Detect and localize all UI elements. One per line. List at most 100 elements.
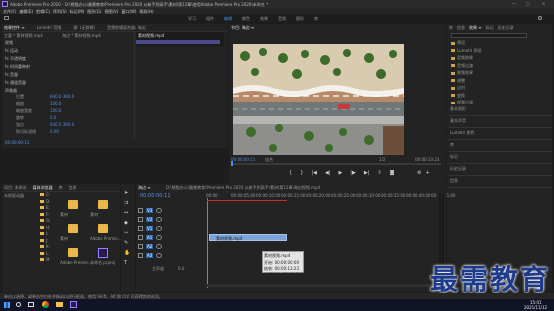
master-track-value[interactable]: 0.0 — [178, 266, 184, 271]
effects-folder[interactable]: 变换 — [451, 93, 482, 99]
master-clip-label[interactable]: 主要 * 素材视频.mp4 — [4, 33, 43, 39]
eye-icon[interactable] — [156, 243, 163, 249]
windows-start-icon[interactable] — [4, 302, 10, 308]
track-label[interactable]: A2 — [146, 243, 154, 249]
effect-section[interactable]: 视频 — [5, 40, 30, 46]
property-value[interactable]: 0.00 — [50, 129, 59, 135]
tree-item[interactable]: C: — [40, 192, 51, 197]
tree-item[interactable]: H: — [40, 225, 51, 230]
project-item[interactable]: 素材 — [90, 198, 118, 220]
eye-icon[interactable] — [156, 225, 163, 231]
property-value[interactable]: 640.0 360.0 — [50, 122, 74, 128]
workspace-tab[interactable]: 颜色 — [242, 16, 250, 22]
program-playhead[interactable] — [231, 161, 233, 166]
pen-tool-icon[interactable]: ✎ — [124, 240, 130, 246]
explorer-icon[interactable] — [56, 302, 63, 307]
home-icon[interactable] — [4, 16, 9, 20]
property-value[interactable]: 100.0 — [50, 108, 61, 114]
track-label[interactable]: A1 — [146, 234, 154, 240]
side-panel-header[interactable]: 标记 — [447, 152, 552, 164]
workspace-tab[interactable]: 编辑 — [224, 16, 232, 22]
timeline-timecode[interactable]: 00:00:00:11 — [140, 193, 171, 199]
effect-section[interactable]: fx 时间重映射 — [5, 64, 30, 70]
effect-section[interactable]: fx 音量 — [5, 72, 30, 78]
tree-item[interactable]: E: — [40, 205, 51, 210]
go-to-in-icon[interactable]: |◀ — [311, 170, 317, 176]
effects-folder[interactable]: 视频效果 — [451, 70, 482, 76]
selection-tool-icon[interactable]: ➤ — [124, 190, 130, 196]
effects-tab[interactable]: 标记 — [486, 25, 494, 31]
project-tree-root[interactable]: 本地驱动器 — [4, 193, 24, 199]
workspace-tab[interactable]: 组件 — [206, 16, 214, 22]
timeline-hscroll[interactable] — [206, 284, 442, 287]
track-label[interactable]: V3 — [146, 207, 154, 213]
effects-tab[interactable]: 信息 — [457, 25, 465, 31]
chrome-icon[interactable] — [42, 301, 49, 308]
lock-icon[interactable] — [138, 207, 143, 213]
track-label[interactable]: V1 — [146, 225, 154, 231]
lock-icon[interactable] — [138, 216, 143, 222]
lock-icon[interactable] — [138, 243, 143, 249]
tree-item[interactable]: J: — [40, 238, 51, 243]
step-back-icon[interactable]: ◀| — [325, 170, 331, 176]
program-scrubber[interactable] — [231, 161, 441, 166]
effects-tab[interactable]: 效果 ≡ — [469, 25, 482, 31]
slip-tool-icon[interactable]: ⇿ — [124, 230, 130, 236]
minimize-button[interactable]: — — [512, 1, 516, 6]
tree-item[interactable]: F: — [40, 212, 51, 217]
go-to-out-icon[interactable]: ▶| — [364, 170, 370, 176]
effects-tab[interactable]: 历史记录 — [498, 25, 514, 31]
project-item[interactable]: Adobe Premie... — [60, 246, 92, 268]
effect-timecode[interactable]: 00:00:00:11 — [5, 140, 29, 145]
effects-search-input[interactable] — [451, 33, 527, 38]
side-panel-header[interactable]: 基本图形 — [447, 104, 552, 116]
type-tool-icon[interactable]: T — [124, 260, 130, 266]
side-panel-header[interactable]: 基本声音 — [447, 116, 552, 128]
play-icon[interactable]: ▶ — [338, 170, 342, 176]
effect-section[interactable]: fx 不透明度 — [5, 56, 30, 62]
lift-icon[interactable]: ⇪ — [377, 170, 381, 176]
taskbar-search-icon[interactable] — [16, 302, 21, 307]
track-label[interactable]: V2 — [146, 216, 154, 222]
razor-tool-icon[interactable]: ◆ — [124, 220, 130, 226]
mark-out-icon[interactable]: } — [300, 170, 303, 176]
wrench-icon[interactable]: ⚙ — [417, 170, 421, 176]
zoom-select[interactable]: 1/2 — [379, 157, 385, 162]
eye-icon[interactable] — [156, 234, 163, 240]
eye-icon[interactable] — [156, 216, 163, 222]
tree-item[interactable]: K: — [40, 244, 51, 249]
effects-folder[interactable]: 音频效果 — [451, 55, 482, 61]
sequence-clip-label[interactable]: 海边 * 素材视频.mp4 — [62, 33, 101, 39]
workspace-tab[interactable]: 音频 — [278, 16, 286, 22]
timeline-playhead[interactable] — [207, 198, 208, 288]
property-value[interactable]: 0.0 — [50, 115, 56, 121]
tree-item[interactable]: L: — [40, 251, 51, 256]
project-item[interactable]: 未命名.prproj — [90, 246, 118, 268]
video-clip[interactable]: 素材视频.mp4 — [209, 234, 287, 241]
task-view-icon[interactable] — [28, 302, 34, 307]
workspace-tab[interactable]: 图形 — [296, 16, 304, 22]
effects-folder[interactable]: 预设 — [451, 40, 482, 46]
workspace-tab[interactable]: 库 — [314, 16, 318, 22]
tree-item[interactable]: G: — [40, 218, 51, 223]
export-frame-icon[interactable]: ◙ — [390, 170, 395, 176]
lock-icon[interactable] — [138, 234, 143, 240]
tree-item[interactable]: D: — [40, 199, 51, 204]
project-item[interactable]: 素材 — [60, 222, 88, 244]
effects-folder[interactable]: 调整 — [451, 78, 482, 84]
track-select-icon[interactable]: ⇉ — [124, 200, 130, 206]
effect-section[interactable]: fx 运动 — [5, 48, 30, 54]
tree-item[interactable]: M: — [40, 257, 51, 262]
timeline-tab[interactable]: 海边 ≡ — [138, 185, 151, 191]
step-forward-icon[interactable]: |▶ — [350, 170, 356, 176]
effects-folder[interactable]: Lumetri 预设 — [451, 48, 482, 54]
effects-folder[interactable]: 音频过渡 — [451, 63, 482, 69]
project-item[interactable]: 素材 — [60, 198, 88, 220]
effect-section[interactable]: fx 通道音量 — [5, 80, 30, 86]
hand-tool-icon[interactable]: ✋ — [124, 250, 130, 256]
program-timecode[interactable]: 00:00:00:11 — [231, 157, 255, 162]
effects-folder[interactable]: 过时 — [451, 85, 482, 91]
side-panel-header[interactable]: 信息 — [447, 176, 552, 188]
lock-icon[interactable] — [138, 225, 143, 231]
lock-icon[interactable] — [138, 252, 143, 258]
